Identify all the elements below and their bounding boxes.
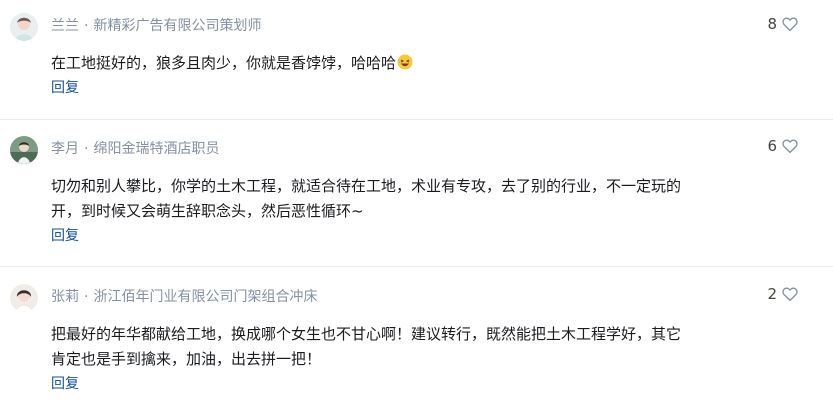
comment-text-line: 开，到时候又会萌生辞职念头，然后恶性循环~	[51, 202, 364, 220]
author-name[interactable]: 张莉	[51, 289, 79, 305]
comment-text-line: 肯定也是手到擒来，加油，出去拼一把！	[51, 350, 322, 368]
comment-meta: 兰兰 · 新精彩广告有限公司策划师	[51, 16, 261, 36]
reply-button[interactable]: 回复	[51, 226, 79, 246]
like-button[interactable]: 6	[767, 137, 799, 155]
meta-separator: ·	[84, 289, 89, 305]
avatar[interactable]	[10, 13, 38, 41]
comment-text: 在工地挺好的，狼多且肉少，你就是香饽饽，哈哈哈	[51, 51, 731, 76]
author-name[interactable]: 李月	[51, 141, 79, 157]
like-count: 6	[767, 137, 777, 155]
author-title: 浙江佰年门业有限公司门架组合冲床	[93, 289, 318, 305]
author-title: 绵阳金瑞特酒店职员	[93, 141, 220, 157]
like-button[interactable]: 2	[767, 285, 799, 303]
comment-meta: 李月 · 绵阳金瑞特酒店职员	[51, 139, 219, 159]
meta-separator: ·	[84, 18, 89, 34]
meta-separator: ·	[84, 141, 89, 157]
like-count: 2	[767, 285, 777, 303]
reply-button[interactable]: 回复	[51, 374, 79, 394]
avatar[interactable]	[10, 284, 38, 312]
avatar[interactable]	[10, 136, 38, 164]
author-title: 新精彩广告有限公司策划师	[93, 18, 262, 34]
comment-text-line: 切勿和别人攀比，你学的土木工程，就适合待在工地，术业有专攻，去了别的行业，不一定…	[51, 177, 682, 195]
heart-outline-icon[interactable]	[781, 285, 799, 303]
comment-text-line: 把最好的年华都献给工地，换成哪个女生也不甘心啊！建议转行，既然能把土木工程学好，…	[51, 325, 682, 343]
reply-button[interactable]: 回复	[51, 78, 79, 98]
heart-outline-icon[interactable]	[781, 137, 799, 155]
divider	[0, 266, 833, 267]
like-count: 8	[767, 15, 777, 33]
like-button[interactable]: 8	[767, 15, 799, 33]
comment-meta: 张莉 · 浙江佰年门业有限公司门架组合冲床	[51, 287, 317, 307]
author-name[interactable]: 兰兰	[51, 18, 79, 34]
laughing-emoji-icon	[397, 53, 413, 70]
comment-text: 切勿和别人攀比，你学的土木工程，就适合待在工地，术业有专攻，去了别的行业，不一定…	[51, 174, 731, 224]
heart-outline-icon[interactable]	[781, 15, 799, 33]
divider	[0, 119, 833, 120]
comment-text: 把最好的年华都献给工地，换成哪个女生也不甘心啊！建议转行，既然能把土木工程学好，…	[51, 322, 731, 372]
